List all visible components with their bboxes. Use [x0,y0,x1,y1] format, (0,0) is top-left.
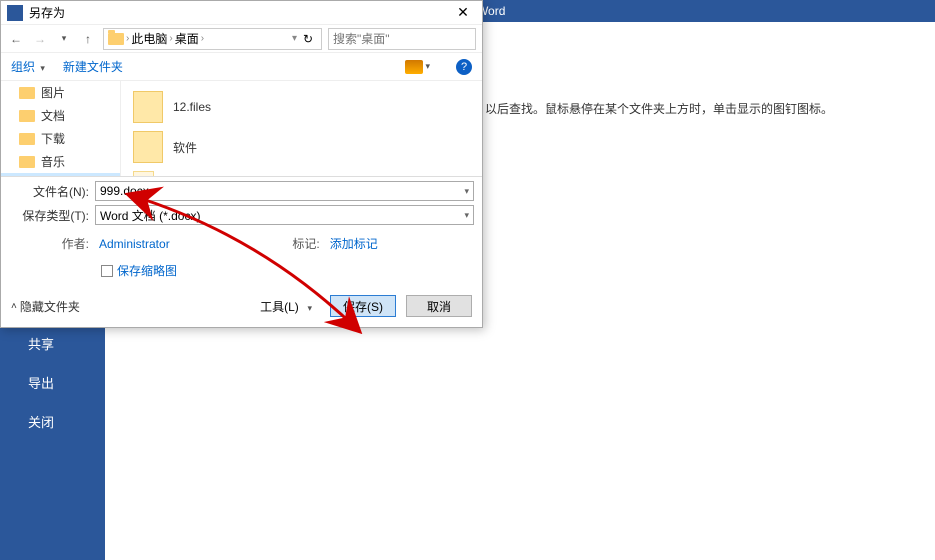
new-folder-button[interactable]: 新建文件夹 [63,58,123,75]
chevron-right-icon: › [169,33,172,44]
up-icon[interactable]: ↑ [79,30,97,48]
button-row: ˄ 隐藏文件夹 工具(L) ▾ 保存(S) 取消 [1,291,482,327]
list-item[interactable]: 1.docx [121,167,482,176]
toolbar-row: 组织 ▾ 新建文件夹 ▾ ? [1,53,482,81]
file-area: 图片 文档 下载 音乐 桌面 Win10 (C:) 12.files 软件 1.… [1,81,482,177]
author-value[interactable]: Administrator [99,237,170,251]
help-icon[interactable]: ? [456,59,472,75]
author-label: 作者: [9,235,89,252]
file-list[interactable]: 12.files 软件 1.docx [121,81,482,176]
refresh-icon[interactable]: ↻ [299,32,317,46]
filetype-label: 保存类型(T): [9,207,95,224]
checkbox-icon[interactable] [101,265,113,277]
save-button[interactable]: 保存(S) [330,295,396,317]
close-icon[interactable]: ✕ [450,4,476,21]
chevron-down-icon[interactable]: ▾ [464,210,469,221]
search-input[interactable] [328,28,476,50]
list-item[interactable]: 12.files [121,87,482,127]
thumbnail-label: 保存缩略图 [117,262,177,279]
back-icon[interactable]: ← [7,30,25,48]
sidebar-item-share[interactable]: 共享 [0,324,105,363]
chevron-right-icon: › [201,33,204,44]
organize-menu[interactable]: 组织 ▾ [11,58,45,75]
tags-label: 标记: [280,235,320,252]
hide-folders-link[interactable]: ˄ 隐藏文件夹 [11,298,80,315]
crumb-folder[interactable]: 桌面 [175,30,199,47]
chevron-up-icon: ˄ [11,301,17,312]
list-item[interactable]: 软件 [121,127,482,167]
chevron-down-icon[interactable]: ▾ [55,30,73,48]
chevron-down-icon[interactable]: ▾ [464,186,469,197]
dialog-title-text: 另存为 [29,4,65,21]
tree-item-music[interactable]: 音乐 [1,150,120,173]
thumbnail-checkbox-row[interactable]: 保存缩略图 [1,256,482,291]
filename-label: 文件名(N): [9,183,95,200]
folder-icon [133,131,163,163]
tree-item-desktop[interactable]: 桌面 [1,173,120,176]
form-area: 文件名(N): 999.docx ▾ 保存类型(T): Word 文档 (*.d… [1,177,482,231]
tags-input[interactable]: 添加标记 [330,235,378,252]
tree-item-pictures[interactable]: 图片 [1,81,120,104]
chevron-down-icon[interactable]: ▾ [292,33,297,44]
folder-icon [133,91,163,123]
folder-tree[interactable]: 图片 文档 下载 音乐 桌面 Win10 (C:) [1,81,121,176]
save-as-dialog: 另存为 ✕ ← → ▾ ↑ › 此电脑 › 桌面 › ▾ ↻ 组织 ▾ 新建文件… [0,0,483,328]
docx-icon [133,171,163,176]
pin-hint-text: 以后查找。鼠标悬停在某个文件夹上方时，单击显示的图钉图标。 [485,100,833,117]
tree-item-downloads[interactable]: 下载 [1,127,120,150]
crumb-root[interactable]: 此电脑 [131,30,167,47]
tree-item-documents[interactable]: 文档 [1,104,120,127]
sidebar-item-export[interactable]: 导出 [0,363,105,402]
nav-row: ← → ▾ ↑ › 此电脑 › 桌面 › ▾ ↻ [1,25,482,53]
sidebar-item-close[interactable]: 关闭 [0,402,105,441]
meta-row: 作者: Administrator 标记: 添加标记 [1,231,482,256]
cancel-button[interactable]: 取消 [406,295,472,317]
folder-icon [108,33,124,45]
view-icon [405,60,423,74]
filename-input[interactable]: 999.docx ▾ [95,181,474,201]
breadcrumb[interactable]: › 此电脑 › 桌面 › ▾ ↻ [103,28,322,50]
chevron-right-icon: › [126,33,129,44]
view-menu[interactable]: ▾ [405,60,430,74]
dialog-title-bar: 另存为 ✕ [1,1,482,25]
tools-menu[interactable]: 工具(L) ▾ [260,298,312,315]
word-icon [7,5,23,21]
forward-icon[interactable]: → [31,30,49,48]
filetype-select[interactable]: Word 文档 (*.docx) ▾ [95,205,474,225]
